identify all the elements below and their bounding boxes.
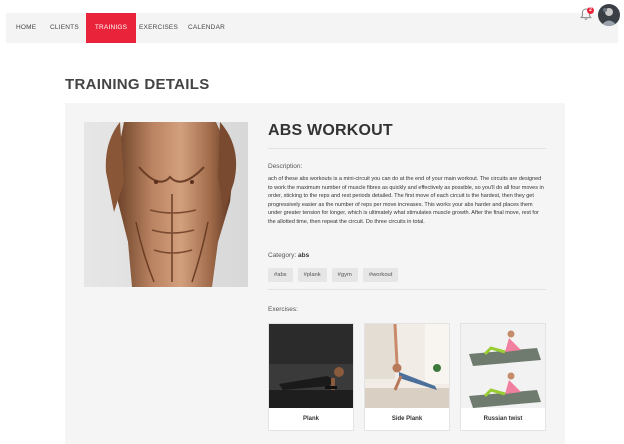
nav-calendar[interactable]: CALENDAR	[188, 13, 225, 43]
nav-trainings[interactable]: TRAINIGS	[86, 13, 136, 43]
top-navbar: HOME CLIENTS TRAINIGS EXERCISES CALENDAR	[6, 13, 618, 43]
exercise-image	[461, 324, 545, 408]
exercise-name: Plank	[302, 416, 319, 422]
exercise-name: Russian twist	[483, 416, 523, 422]
nav-home[interactable]: HOME	[16, 13, 36, 43]
avatar[interactable]	[598, 4, 620, 26]
description-label: Description:	[268, 163, 303, 170]
training-image	[84, 122, 248, 287]
exercises-label: Exercises:	[268, 306, 298, 313]
exercise-name: Side Plank	[391, 416, 423, 422]
exercise-card-plank[interactable]: Plank	[268, 323, 354, 431]
category-value: abs	[298, 252, 310, 259]
divider	[268, 289, 546, 290]
tag-plank[interactable]: #plank	[297, 268, 327, 282]
workout-title: ABS WORKOUT	[268, 122, 393, 139]
tag-list: #abs #plank #gym #workout	[268, 268, 399, 282]
exercise-card-russian-twist[interactable]: Russian twist	[460, 323, 546, 431]
divider	[268, 148, 546, 149]
category-line: Category: abs	[268, 252, 309, 259]
nav-exercises[interactable]: EXERCISES	[139, 13, 178, 43]
tag-abs[interactable]: #abs	[268, 268, 293, 282]
notification-badge: 2	[587, 7, 594, 14]
description-text: ach of these abs workouts is a mini-circ…	[268, 176, 544, 225]
tag-gym[interactable]: #gym	[331, 268, 358, 282]
exercise-card-side-plank[interactable]: Side Plank	[364, 323, 450, 431]
page-title: TRAINING DETAILS	[65, 76, 210, 93]
exercise-image	[269, 324, 353, 408]
nav-clients[interactable]: CLIENTS	[50, 13, 79, 43]
tag-workout[interactable]: #workout	[362, 268, 399, 282]
exercise-image	[365, 324, 449, 408]
category-label: Category:	[268, 252, 297, 259]
